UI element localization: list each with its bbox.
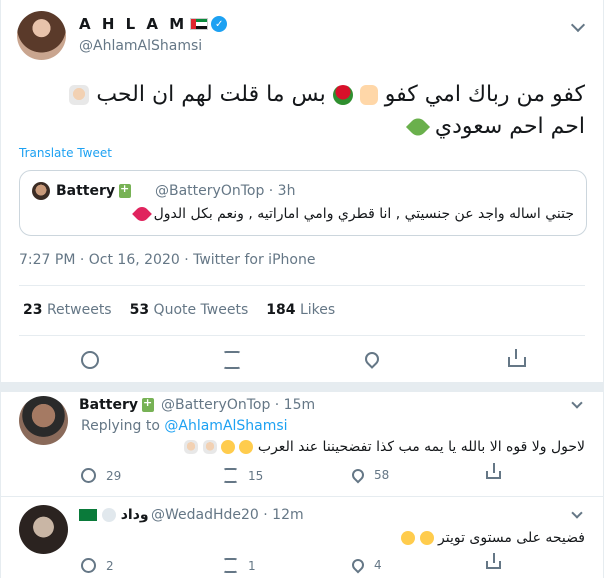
section-separator (1, 382, 603, 392)
man-with-headwear-emoji-icon (69, 85, 90, 105)
skull-emoji-icon (101, 508, 116, 522)
reply-2-share-action (486, 553, 511, 569)
green-heart-emoji-icon (405, 114, 430, 140)
retweet-icon[interactable] (223, 351, 241, 369)
quoted-author-name: Battery (56, 183, 116, 199)
verified-badge-icon: ✓ (211, 16, 228, 32)
tweet-text-line-2: احم احم سعودي (15, 112, 585, 142)
reply-1-handle[interactable]: @BatteryOnTop · 15m (161, 397, 315, 413)
retweet-icon[interactable] (223, 558, 238, 573)
tweet-detail-page: A H L A M ✓ @AhlamAlShamsi كفو من رباك ا… (0, 0, 604, 578)
divider (19, 285, 585, 286)
tweet-text-line-1: كفو من رباك امي كفو بس ما قلت لهم ان الح… (15, 80, 585, 110)
reply-1-text: لاحول ولا قوه الا بالله يا يمه مب كذا تف… (184, 439, 585, 455)
battery-emoji-icon (142, 396, 155, 412)
author-display-name[interactable]: A H L A M (79, 15, 187, 33)
quoted-tweet-card[interactable]: Battery @BatteryOnTop · 3h جتني اساله وا… (19, 170, 587, 236)
reply-2-text-body: فضيحه على مستوى تويتر (438, 530, 585, 546)
reply-1-reply-count: 29 (106, 468, 122, 483)
red-heart-emoji-icon (132, 204, 153, 224)
tweet-stats: 23 Retweets 53 Quote Tweets 184 Likes (23, 302, 335, 318)
face-with-tears-of-joy-emoji-icon (221, 440, 235, 454)
share-icon[interactable] (486, 553, 501, 569)
author-name-row[interactable]: A H L A M ✓ (79, 15, 228, 33)
share-icon[interactable] (486, 463, 501, 479)
quoted-author-avatar (32, 182, 50, 200)
replying-to-label: Replying to (81, 418, 160, 434)
author-avatar[interactable] (17, 11, 66, 60)
reply-1-name-row[interactable]: Battery (79, 396, 155, 413)
reply-2-retweet-count: 1 (248, 558, 256, 573)
battery-emoji-icon (119, 182, 132, 198)
face-with-tears-of-joy-emoji-icon (239, 440, 254, 454)
face-with-tears-of-joy-emoji-icon (419, 531, 434, 545)
translate-tweet-link[interactable]: Translate Tweet (19, 146, 112, 160)
tweet-text-part-1: كفو من رباك امي كفو (384, 82, 585, 107)
reply-1-author-name: Battery (79, 397, 139, 413)
reply-icon[interactable] (81, 468, 96, 483)
author-handle[interactable]: @AhlamAlShamsi (79, 38, 202, 54)
man-shrugging-emoji-icon (184, 440, 199, 454)
tweet-text-part-3: احم احم سعودي (434, 114, 585, 139)
reply-2-like-count: 4 (374, 558, 382, 572)
replying-to-handle-link[interactable]: @AhlamAlShamsi (164, 418, 287, 434)
reply-icon[interactable] (81, 558, 96, 573)
reply-1-replying-to: Replying to @AhlamAlShamsi (81, 418, 288, 434)
reply-1-text-body: لاحول ولا قوه الا بالله يا يمه مب كذا تف… (257, 439, 585, 455)
reply-2-reply-action: 2 (81, 558, 114, 573)
reply-icon[interactable] (81, 351, 99, 369)
quote-tweets-count: 53 (129, 302, 150, 318)
tweet-timestamp[interactable]: 7:27 PM · Oct 16, 2020 · Twitter for iPh… (19, 252, 315, 268)
quoted-tweet-text-body: جتني اساله واجد عن جنسيتي , انا قطري وام… (153, 206, 574, 222)
loudly-crying-face-emoji-icon (401, 531, 416, 545)
likes-label: Likes (299, 302, 336, 318)
reply-2-author-name: وداد (120, 507, 149, 523)
reply-2-avatar[interactable] (19, 505, 68, 554)
reply-2-retweet-action: 1 (223, 558, 256, 573)
uae-flag-icon (190, 18, 209, 30)
reply-2-text: فضيحه على مستوى تويتر (401, 530, 585, 546)
reply-2-name-row[interactable]: وداد (79, 507, 149, 523)
reply-2-like-action: 4 (349, 556, 382, 574)
folded-hands-emoji-icon (359, 85, 378, 105)
heart-icon[interactable] (362, 349, 382, 369)
reply-1-share-action (486, 463, 511, 479)
reply-1-retweet-count: 15 (248, 468, 264, 483)
likes-stat[interactable]: 184 Likes (266, 302, 335, 318)
chevron-down-icon[interactable] (571, 397, 583, 409)
retweets-count: 23 (23, 302, 43, 318)
reply-1-actions: 29 (81, 468, 218, 483)
heart-icon[interactable] (349, 466, 367, 484)
reply-2-handle[interactable]: @WedadHde20 · 12m (151, 507, 304, 523)
retweet-icon[interactable] (223, 468, 238, 483)
quoted-author-handle: @BatteryOnTop · 3h (155, 183, 296, 199)
reply-1-retweet-action: 15 (223, 468, 263, 483)
quote-tweets-stat[interactable]: 53 Quote Tweets (130, 302, 249, 318)
reply-2-reply-count: 2 (106, 558, 114, 573)
saudi-flag-icon (79, 509, 97, 521)
likes-count: 184 (266, 302, 296, 318)
heart-icon[interactable] (349, 556, 367, 574)
quoted-author-name-row: Battery (56, 182, 132, 199)
divider (1, 496, 603, 497)
chevron-down-icon[interactable] (571, 507, 583, 519)
man-shrugging-emoji-icon (202, 440, 217, 454)
reply-1-like-count: 58 (374, 468, 390, 482)
chevron-down-icon[interactable] (570, 17, 586, 33)
rose-emoji-icon (332, 85, 353, 105)
share-icon[interactable] (508, 349, 526, 367)
quoted-tweet-text: جتني اساله واجد عن جنسيتي , انا قطري وام… (132, 204, 574, 224)
reply-1-like-action: 58 (349, 466, 390, 484)
reply-1-avatar[interactable] (19, 396, 68, 445)
tweet-text-part-2: بس ما قلت لهم ان الحب (96, 82, 326, 107)
quote-tweets-label: Quote Tweets (153, 302, 249, 318)
retweets-stat[interactable]: 23 Retweets (23, 302, 112, 318)
retweets-label: Retweets (46, 302, 112, 318)
divider (19, 335, 585, 336)
